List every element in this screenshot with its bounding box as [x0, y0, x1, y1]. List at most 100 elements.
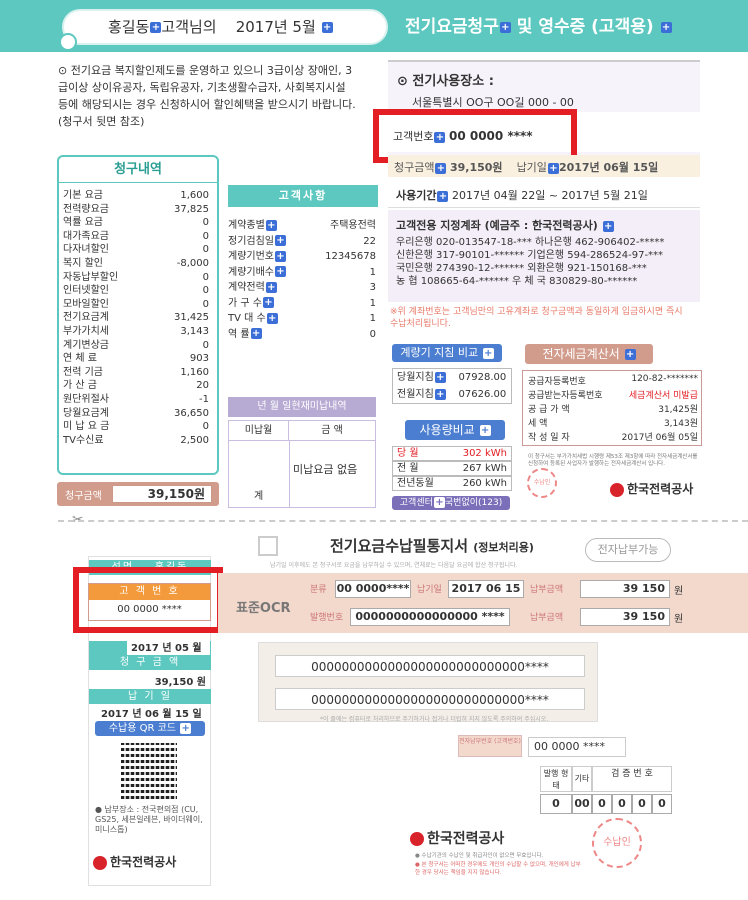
billing-row: 원단위절사 -1 — [63, 393, 213, 406]
tax-label: 공급받는자등록번호 — [528, 391, 603, 401]
bank-account-line: 우리은행 020-013547-18-*** 하나은행 462-906402-*… — [396, 237, 665, 248]
ocr-r2-a: 발행번호 — [310, 613, 344, 623]
billing-row-label: TV수신료 — [63, 434, 104, 446]
center-label: 고객센터 — [399, 498, 433, 508]
billing-row-value: 31,425 — [174, 312, 209, 324]
unpaid-col1: 미납월 — [229, 421, 289, 441]
plus-icon[interactable]: + — [434, 388, 446, 400]
plus-icon[interactable]: + — [482, 347, 494, 359]
plus-icon[interactable]: + — [321, 22, 333, 33]
slip-stamp: 수납인 — [592, 818, 642, 868]
billing-row: 당월요금계 36,650 — [63, 407, 213, 420]
billing-row: 계기변상금 0 — [63, 339, 213, 352]
customer-row: 계량기배수 +1 — [228, 265, 376, 280]
billing-row: 전력 기금 1,160 — [63, 366, 213, 379]
billing-row-value: 0 — [202, 271, 209, 283]
amount-row: 청구금액 + 39,150원 납기일 +2017년 06월 15일 — [394, 159, 658, 175]
customer-name: 홍길동 — [108, 18, 150, 36]
plus-icon[interactable]: + — [433, 497, 445, 508]
customer-row-value: 주택용전력 — [330, 220, 376, 231]
check-head-1: 발행 형태 — [540, 766, 572, 792]
customer-row: 가 구 수 +1 — [228, 296, 376, 311]
meter-compare-button[interactable]: 계량기 지침 비교 + — [392, 344, 502, 362]
check-head-2: 기타 — [572, 766, 592, 792]
compare-label: 당 월 — [397, 448, 419, 459]
plus-icon[interactable]: + — [250, 328, 262, 339]
compare-title: 사용량비교 — [419, 423, 475, 437]
plus-icon[interactable]: + — [265, 281, 277, 293]
plus-icon[interactable]: + — [150, 22, 162, 33]
billing-row: 전력량요금 37,825 — [63, 203, 213, 216]
plus-icon[interactable]: + — [275, 266, 286, 277]
tax-invoice-button[interactable]: 전자세금계산서 + — [525, 344, 653, 364]
billing-row-value: 0 — [202, 217, 209, 229]
plus-icon[interactable]: + — [434, 131, 446, 143]
tax-title: 전자세금계산서 — [542, 347, 620, 361]
billing-row: 부가가치세 3,143 — [63, 325, 213, 338]
usage-compare-button[interactable]: 사용량비교 + — [405, 420, 505, 440]
unpaid-box: 미납월 금 액 미납요금 없음 계 — [228, 420, 376, 508]
plus-icon[interactable]: + — [275, 250, 286, 262]
billing-row-label: 당월요금계 — [63, 407, 109, 419]
billing-row-label: 기본 요금 — [63, 190, 103, 201]
header-customer: 홍길동 +고객님의 2017년 5월 + — [108, 16, 333, 37]
billing-row: 연 체 료 903 — [63, 352, 213, 365]
plus-icon[interactable]: + — [434, 371, 446, 383]
plus-icon[interactable]: + — [265, 219, 277, 231]
billing-row-label: 전기요금계 — [63, 312, 109, 324]
billing-row-value: 20 — [196, 380, 209, 392]
billing-row-label: 다자녀할인 — [63, 244, 109, 256]
unpaid-total: 계 — [254, 491, 264, 502]
billing-row: 다자녀할인 0 — [63, 243, 213, 256]
qr-label[interactable]: 수납용 QR 코드 + — [95, 721, 205, 736]
location-label: ⊙ 전기사용장소 : — [397, 74, 494, 89]
amount-label: 청구금액 — [394, 161, 435, 174]
customer-row: 계약전력 +3 — [228, 280, 376, 295]
call-center-button[interactable]: 고객센터 +국번없이(123) — [392, 496, 510, 510]
compare-row: 당 월 302 kWh — [392, 446, 512, 461]
plus-icon[interactable]: + — [435, 162, 447, 174]
customer-row: TV 대 수 +1 — [228, 311, 376, 326]
billing-row-value: 903 — [189, 353, 209, 365]
bank-account-line: 신한은행 317-90101-****** 기업은행 594-286524-97… — [396, 250, 664, 261]
billing-row-value: -1 — [199, 394, 209, 405]
company-name-slip: 한국전력공사 — [427, 831, 505, 847]
billing-row-value: 0 — [202, 285, 209, 297]
plus-icon[interactable]: + — [547, 162, 559, 174]
plus-icon[interactable]: + — [660, 21, 672, 33]
qr-note: ● 납부장소 : 전국편의점 (CU, GS25, 세븐일레븐, 바이더웨이, … — [95, 805, 203, 834]
billing-row: 복지 할인 -8,000 — [63, 257, 213, 270]
document-title: 전기요금청구 + 및 영수증 (고객용) + — [405, 12, 672, 37]
kepco-logo-icon — [410, 832, 424, 846]
due-label: 납기일 — [516, 161, 547, 174]
ocr-r1-f: 39 150 — [580, 580, 670, 598]
tax-label: 작 성 일 자 — [528, 433, 570, 443]
billing-row-value: 1,160 — [180, 366, 209, 378]
customer-suffix: 고객님의 — [161, 18, 217, 36]
plus-icon[interactable]: + — [266, 312, 278, 324]
title-suffix: 및 영수증 (고객용) — [516, 17, 654, 37]
plus-icon[interactable]: + — [262, 297, 274, 308]
amount-value: 39,150원 — [449, 161, 503, 174]
ocr-label: 표준OCR — [236, 601, 291, 616]
total-label: 청구금액 — [65, 491, 102, 502]
billing-row-label: 전력량요금 — [63, 203, 109, 215]
plus-icon[interactable]: + — [499, 21, 511, 33]
ocr-r1-e: 납부금액 — [530, 585, 564, 595]
plus-icon[interactable]: + — [624, 349, 636, 360]
plus-icon[interactable]: + — [479, 425, 491, 436]
billing-row: 가 산 금 20 — [63, 379, 213, 392]
ocr-r1-a: 분류 — [310, 585, 327, 595]
plus-icon[interactable]: + — [275, 235, 286, 246]
custno-label-text: 고객번호 — [393, 130, 434, 143]
billing-row-value: 0 — [202, 339, 209, 351]
plus-icon[interactable]: + — [437, 190, 449, 202]
billing-row-value: -8,000 — [176, 258, 209, 269]
billing-title: 청구내역 — [59, 157, 217, 183]
billing-row-value: 0 — [202, 421, 209, 433]
plus-icon[interactable]: + — [180, 722, 192, 734]
custno-value: 00 0000 **** — [448, 129, 533, 143]
plus-icon[interactable]: + — [602, 220, 614, 232]
billing-row-value: 37,825 — [174, 203, 209, 215]
footer-2: ● 본 청구서는 어떠한 경우에도 개인의 수납할 수 없으며, 개인에게 납부… — [415, 862, 581, 876]
